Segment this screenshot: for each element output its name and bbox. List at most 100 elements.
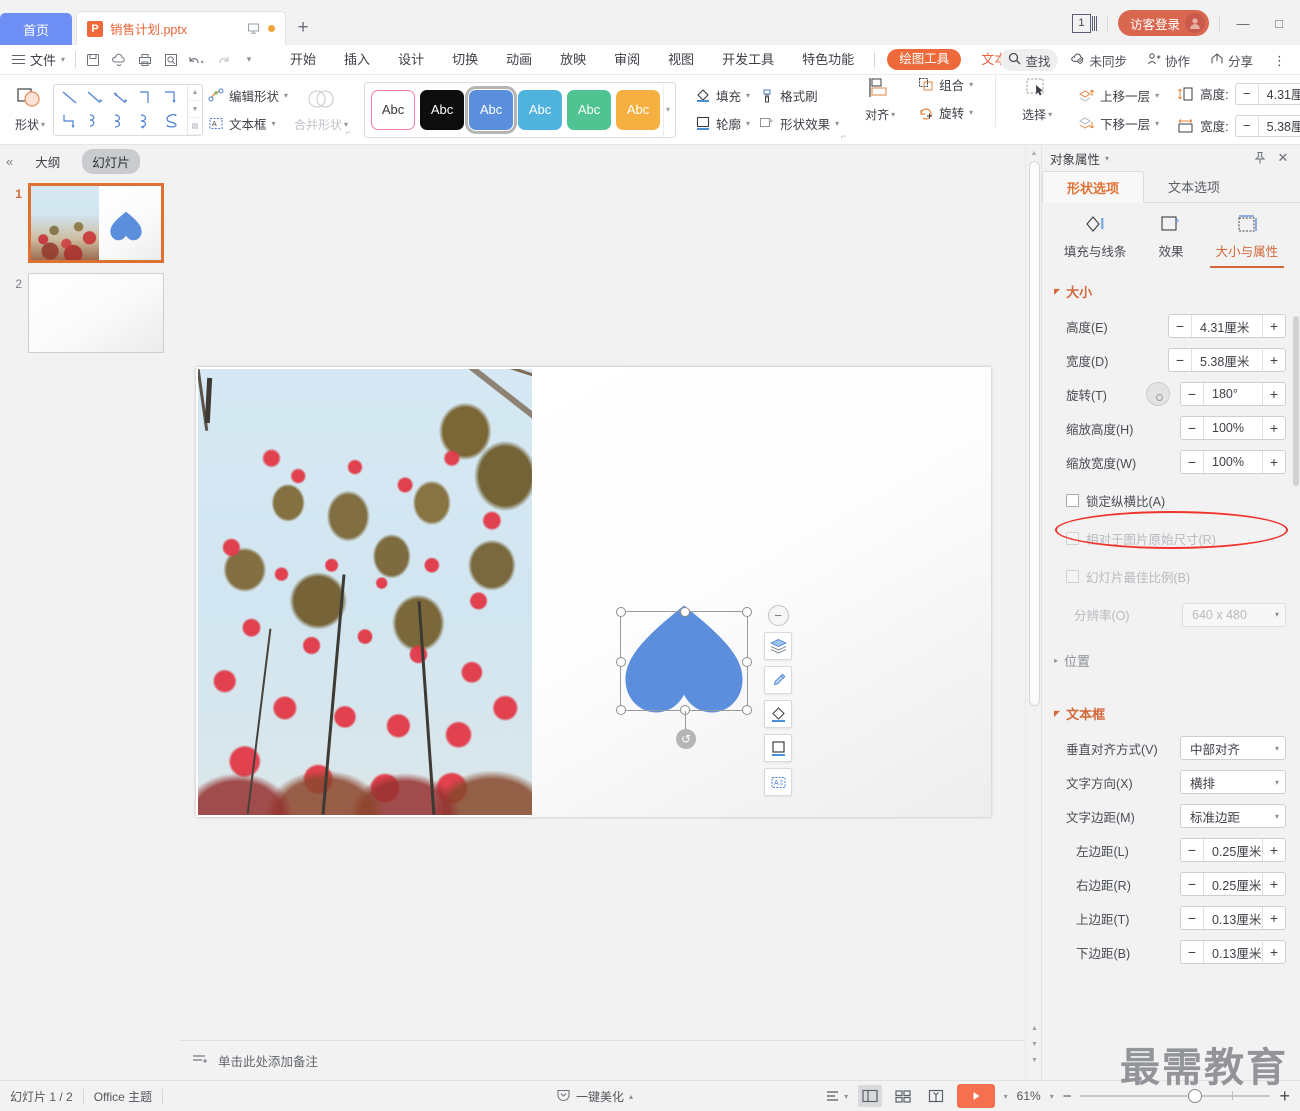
zoom-level-label[interactable]: 61% [1017, 1089, 1041, 1103]
shape-line[interactable] [57, 87, 82, 110]
lock-aspect-ratio-checkbox[interactable] [1066, 494, 1079, 507]
select-button[interactable]: 选择 ▾ [1014, 75, 1060, 123]
tab-effects[interactable]: 效果 [1152, 209, 1190, 268]
slide-photo[interactable] [198, 369, 532, 815]
edit-shape-button[interactable]: 编辑形状 ▾ [207, 86, 288, 105]
properties-scrollbar-thumb[interactable] [1293, 316, 1299, 486]
width-decrement-button[interactable]: − [1236, 116, 1258, 136]
gallery-scroll-down[interactable]: ▼ [188, 101, 202, 118]
style-swatch-green[interactable]: Abc [567, 89, 612, 130]
scale-width-value[interactable]: 100% [1203, 451, 1263, 473]
margin-bottom-value[interactable]: 0.13厘米 [1203, 941, 1263, 963]
share-button[interactable]: 分享 [1202, 49, 1261, 71]
present-monitor-icon[interactable] [246, 21, 261, 36]
scale-height-value[interactable]: 100% [1203, 417, 1263, 439]
margin-bottom-field[interactable]: − 0.13厘米 + [1180, 940, 1286, 964]
fill-button[interactable]: 填充 ▾ [694, 86, 750, 105]
rotation-dial[interactable] [1146, 382, 1170, 406]
home-tab[interactable]: 首页 [0, 13, 72, 45]
scale-width-decrement-button[interactable]: − [1181, 451, 1203, 473]
margin-top-decrement-button[interactable]: − [1181, 907, 1203, 929]
zoom-out-button[interactable]: − [1063, 1088, 1072, 1105]
rotation-increment-button[interactable]: + [1263, 383, 1285, 405]
rotate-handle[interactable]: ↺ [676, 729, 696, 749]
margin-left-decrement-button[interactable]: − [1181, 839, 1203, 861]
search-button[interactable]: 查找 [1000, 49, 1059, 71]
scale-height-increment-button[interactable]: + [1263, 417, 1285, 439]
shape-curved-connector[interactable] [108, 110, 133, 133]
resize-handle-ne[interactable] [742, 607, 752, 617]
tab-开始[interactable]: 开始 [276, 45, 330, 75]
shape-arrow[interactable] [82, 87, 107, 110]
width-decrement-button[interactable]: − [1169, 349, 1191, 371]
theme-label[interactable]: Office 主题 [94, 1088, 152, 1105]
scale-width-increment-button[interactable]: + [1263, 451, 1285, 473]
margin-right-increment-button[interactable]: + [1263, 873, 1285, 895]
scale-height-decrement-button[interactable]: − [1181, 417, 1203, 439]
scrollbar-thumb[interactable] [1029, 161, 1040, 706]
style-swatch-blue-selected[interactable]: Abc [465, 85, 518, 134]
slide-surface[interactable]: ↺ − A [196, 367, 991, 817]
text-box-button[interactable]: A 文本框 ▾ [207, 114, 288, 133]
file-menu-button[interactable]: 文件 ▾ [6, 50, 71, 69]
shape-curved-double[interactable] [133, 110, 158, 133]
lock-aspect-ratio-row[interactable]: 锁定纵横比(A) [1042, 479, 1300, 517]
resize-handle-n[interactable] [680, 607, 690, 617]
tab-outline[interactable]: 大纲 [25, 149, 70, 174]
shape-double-arrow[interactable] [108, 87, 133, 110]
tab-设计[interactable]: 设计 [384, 45, 438, 75]
shape-gallery-scroll[interactable]: ▲ ▼ ▤ [187, 84, 202, 135]
style-swatch-black[interactable]: Abc [420, 89, 465, 130]
next-slide-button[interactable]: ▼ [1029, 1039, 1040, 1050]
shapes-button[interactable]: 形状 ▾ [7, 87, 53, 133]
height-increment-button[interactable]: + [1263, 315, 1285, 337]
sync-status-button[interactable]: 未同步 [1062, 49, 1135, 71]
rotation-decrement-button[interactable]: − [1181, 383, 1203, 405]
tab-审阅[interactable]: 审阅 [600, 45, 654, 75]
margin-top-value[interactable]: 0.13厘米 [1203, 907, 1263, 929]
scale-width-field[interactable]: − 100% + [1180, 450, 1286, 474]
rotation-field[interactable]: − 180° + [1180, 382, 1286, 406]
margin-left-increment-button[interactable]: + [1263, 839, 1285, 861]
tab-视图[interactable]: 视图 [654, 45, 708, 75]
notes-bar[interactable]: 单击此处添加备注 [180, 1040, 1025, 1080]
height-decrement-button[interactable]: − [1169, 315, 1191, 337]
margin-left-value[interactable]: 0.25厘米 [1203, 839, 1263, 861]
tab-动画[interactable]: 动画 [492, 45, 546, 75]
slide-sorter-button[interactable] [891, 1085, 915, 1107]
shape-style-gallery[interactable]: Abc Abc Abc Abc Abc Abc ▾ [364, 81, 677, 138]
margin-bottom-increment-button[interactable]: + [1263, 941, 1285, 963]
style-gallery-expand[interactable]: ▾ [663, 82, 672, 137]
zoom-slider[interactable] [1080, 1089, 1271, 1103]
tab-切换[interactable]: 切换 [438, 45, 492, 75]
print-preview-icon[interactable] [158, 49, 184, 71]
margin-right-value[interactable]: 0.25厘米 [1203, 873, 1263, 895]
height-value[interactable]: 4.31厘米 [1191, 315, 1263, 337]
shape-selection-box[interactable] [616, 607, 752, 715]
scroll-down-arrow[interactable]: ▼ [1029, 1055, 1040, 1066]
margin-bottom-decrement-button[interactable]: − [1181, 941, 1203, 963]
format-painter-button[interactable]: 格式刷 [758, 86, 839, 105]
layers-icon[interactable] [764, 632, 792, 660]
ribbon-width-spinner[interactable]: − 5.38厘米 + [1234, 114, 1300, 137]
height-decrement-button[interactable]: − [1236, 84, 1258, 104]
rotation-value[interactable]: 180° [1203, 383, 1263, 405]
chevron-down-icon[interactable]: ▾ [1050, 1092, 1054, 1101]
shape-elbow-double[interactable] [57, 110, 82, 133]
section-size-header[interactable]: ◤ 大小 [1042, 268, 1300, 309]
previous-slide-button[interactable]: ▲ [1029, 1023, 1040, 1034]
height-field[interactable]: − 4.31厘米 + [1168, 314, 1286, 338]
ribbon-height-spinner[interactable]: − 4.31厘米 + [1234, 82, 1300, 105]
vertical-align-select[interactable]: 中部对齐 ▾ [1180, 736, 1286, 760]
margin-right-field[interactable]: − 0.25厘米 + [1180, 872, 1286, 896]
list-item[interactable]: 2 [0, 273, 180, 363]
slide-count-label[interactable]: 幻灯片 1 / 2 [10, 1088, 73, 1105]
ribbon-height-value[interactable]: 4.31厘米 [1257, 83, 1300, 104]
scroll-up-arrow[interactable]: ▲ [1026, 146, 1042, 160]
ribbon-width-value[interactable]: 5.38厘米 [1257, 115, 1300, 136]
tab-开发工具[interactable]: 开发工具 [708, 45, 788, 75]
tab-fill-and-line[interactable]: 填充与线条 [1058, 209, 1133, 268]
dialog-launcher[interactable]: ⌐ [841, 131, 846, 141]
chevron-down-icon[interactable]: ▾ [1004, 1092, 1008, 1101]
outline-view-button[interactable]: ▾ [825, 1085, 849, 1107]
